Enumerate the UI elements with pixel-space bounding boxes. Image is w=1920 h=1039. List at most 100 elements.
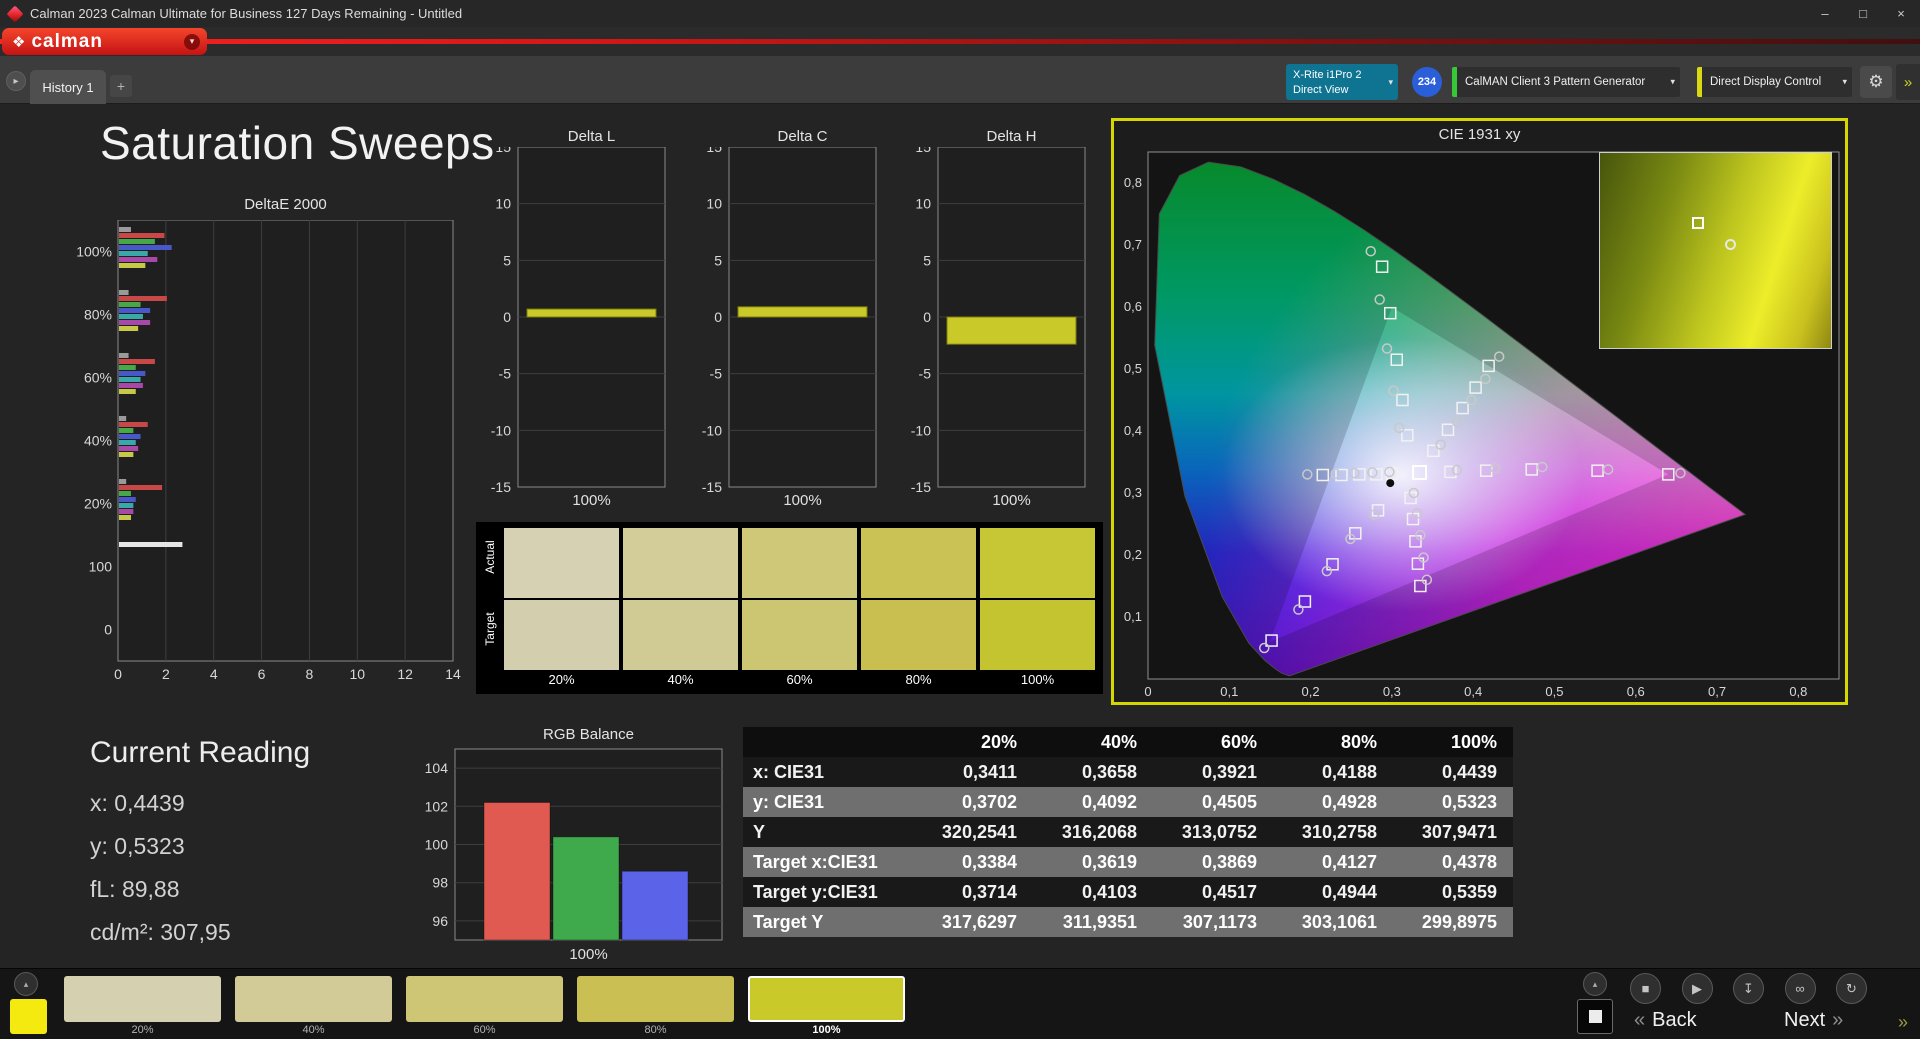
- svg-text:0: 0: [923, 309, 931, 325]
- calman-logo-menu[interactable]: ❖ calman ▾: [2, 28, 207, 55]
- calman-app-window: Calman 2023 Calman Ultimate for Business…: [0, 0, 1920, 1039]
- svg-text:-5: -5: [710, 366, 723, 382]
- calman-menu-button[interactable]: ▾: [184, 33, 200, 50]
- actual-swatch-100%: [980, 528, 1095, 598]
- add-tab-button[interactable]: +: [110, 75, 132, 97]
- current-reading-panel: Current Reading x: 0,4439 y: 0,5323 fL: …: [90, 736, 310, 954]
- display-control-selector[interactable]: Direct Display Control ▾: [1697, 67, 1852, 97]
- refresh-button[interactable]: ↻: [1836, 973, 1867, 1004]
- next-button[interactable]: Next »: [1784, 1009, 1843, 1032]
- swatch-column-label: 100%: [1020, 672, 1055, 687]
- table-row: x: CIE31 0,3411 0,3658 0,3921 0,4188 0,4439: [743, 757, 1513, 787]
- svg-text:15: 15: [915, 147, 931, 155]
- table-value-cell: 0,4505: [1201, 791, 1257, 812]
- svg-text:100: 100: [89, 559, 113, 575]
- cie-1931-panel: CIE 1931 xy 0 0,1 0,2 0,3 0,4 0,5 0,6 0,…: [1111, 118, 1848, 705]
- minimize-button[interactable]: –: [1806, 0, 1844, 27]
- pattern-swatch-60%[interactable]: 60%: [406, 976, 563, 1036]
- svg-text:20%: 20%: [84, 496, 112, 512]
- table-value-cell: 320,2541: [941, 821, 1017, 842]
- pattern-window-button[interactable]: [1577, 999, 1613, 1034]
- back-label: Back: [1652, 1009, 1697, 1031]
- close-button[interactable]: ×: [1882, 0, 1920, 27]
- svg-text:0,1: 0,1: [1220, 684, 1238, 699]
- chevron-down-icon: ▾: [1388, 76, 1393, 87]
- delta-h-chart: Delta H 15 10 5 0 -5 -10 -15 100%: [882, 126, 1094, 516]
- svg-text:10: 10: [495, 196, 511, 212]
- table-value-cell: 0,3921: [1201, 761, 1257, 782]
- table-value-cell: 0,3714: [961, 881, 1017, 902]
- delta-c-title: Delta C: [777, 128, 828, 145]
- svg-text:0: 0: [503, 309, 511, 325]
- pattern-swatch-color: [406, 976, 563, 1022]
- toolbar-overflow-button[interactable]: »: [1896, 64, 1920, 100]
- svg-text:0,5: 0,5: [1124, 361, 1142, 376]
- pattern-swatch-100%[interactable]: 100%: [748, 976, 905, 1036]
- delta-h-xlabel: 100%: [992, 492, 1031, 509]
- meter-selector[interactable]: X-Rite i1Pro 2 Direct View ▾: [1286, 64, 1398, 100]
- table-value-cell: 307,1173: [1182, 911, 1257, 932]
- stop-button[interactable]: ■: [1630, 973, 1661, 1004]
- pattern-color-indicator[interactable]: [10, 999, 47, 1034]
- pattern-swatch-20%[interactable]: 20%: [64, 976, 221, 1036]
- delta-h-title: Delta H: [986, 128, 1037, 145]
- target-swatch-80%: [861, 600, 976, 670]
- current-reading-y: y: 0,5323: [90, 833, 185, 859]
- actual-swatch-40%: [623, 528, 738, 598]
- svg-text:96: 96: [432, 913, 448, 929]
- settings-button[interactable]: ⚙: [1860, 66, 1892, 98]
- back-button[interactable]: « Back: [1634, 1009, 1697, 1032]
- pattern-swatch-40%[interactable]: 40%: [235, 976, 392, 1036]
- next-label: Next: [1784, 1009, 1826, 1031]
- tab-history-1[interactable]: History 1: [30, 70, 106, 104]
- svg-text:-10: -10: [911, 422, 931, 438]
- table-row-label: Target Y: [753, 911, 824, 932]
- table-value-cell: 0,4517: [1201, 881, 1257, 902]
- play-button[interactable]: ▶: [1681, 973, 1713, 1004]
- table-value-cell: 0,3384: [961, 851, 1017, 872]
- svg-text:0,6: 0,6: [1124, 299, 1142, 314]
- table-value-cell: 303,1061: [1301, 911, 1377, 932]
- current-reading-cdm2: cd/m²: 307,95: [90, 919, 231, 945]
- current-reading-title: Current Reading: [90, 736, 311, 769]
- svg-text:10: 10: [349, 666, 365, 682]
- table-row-label: Target x:CIE31: [753, 851, 878, 872]
- expand-left-button[interactable]: ▴: [14, 972, 38, 996]
- meter-count-badge[interactable]: 234: [1412, 67, 1442, 97]
- loop-button[interactable]: ∞: [1784, 973, 1816, 1004]
- svg-text:0,3: 0,3: [1383, 684, 1401, 699]
- svg-text:12: 12: [397, 666, 413, 682]
- delta-l-title: Delta L: [567, 128, 616, 145]
- table-value-cell: 0,5323: [1441, 791, 1497, 812]
- meter-name: X-Rite i1Pro 2: [1293, 69, 1362, 81]
- cie-zoom-inset: [1599, 152, 1832, 349]
- svg-text:0,1: 0,1: [1124, 609, 1142, 624]
- chevron-down-icon: ▾: [1842, 76, 1847, 87]
- maximize-button[interactable]: □: [1844, 0, 1882, 27]
- pattern-swatch-label: 60%: [473, 1024, 496, 1036]
- svg-text:-10: -10: [702, 422, 722, 438]
- actual-swatch-20%: [504, 528, 619, 598]
- actual-swatch-60%: [742, 528, 857, 598]
- pattern-swatch-80%[interactable]: 80%: [577, 976, 734, 1036]
- save-button[interactable]: ↧: [1733, 973, 1764, 1004]
- delta-l-plot: 15 10 5 0 -5 -10 -15: [491, 147, 666, 495]
- bottom-overflow-chevron[interactable]: »: [1898, 1012, 1908, 1033]
- svg-text:-15: -15: [911, 479, 931, 495]
- table-col-header: 20%: [980, 731, 1017, 752]
- svg-text:-5: -5: [499, 366, 512, 382]
- swatch-column-100%: 100%: [980, 528, 1095, 690]
- svg-text:-15: -15: [702, 479, 722, 495]
- table-row: Target y:CIE31 0,3714 0,4103 0,4517 0,4944 0,…: [743, 877, 1513, 907]
- svg-text:8: 8: [306, 666, 314, 682]
- expand-right-button[interactable]: ▴: [1583, 972, 1607, 996]
- svg-text:0,3: 0,3: [1124, 485, 1142, 500]
- calman-diamond-icon: ❖: [12, 33, 26, 51]
- meter-mode: Direct View: [1293, 83, 1349, 96]
- pattern-generator-selector[interactable]: CalMAN Client 3 Pattern Generator ▾: [1452, 67, 1680, 97]
- tab-scroll-button[interactable]: ▸: [6, 71, 26, 91]
- table-header-row: 20% 40% 60% 80% 100%: [743, 727, 1513, 757]
- table-row-label: y: CIE31: [753, 791, 825, 812]
- delta-l-xlabel: 100%: [572, 492, 611, 509]
- red-accent-line: [0, 39, 1920, 44]
